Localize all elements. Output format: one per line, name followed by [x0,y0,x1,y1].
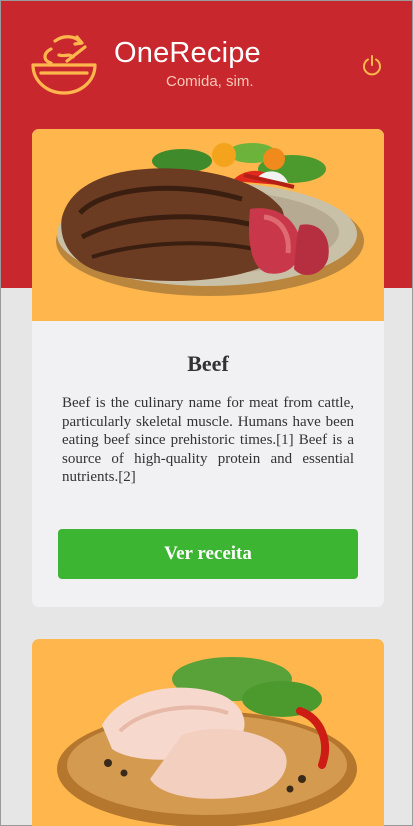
app-subtitle: Comida, sim. [166,73,254,90]
steak-plate-image [56,143,364,296]
view-recipe-button[interactable]: Ver receita [58,529,358,579]
recipe-description: Beef is the culinary name for meat from … [62,395,354,485]
recipe-image-steak [32,129,384,321]
recipe-card: Beef Beef is the culinary name for meat … [32,129,384,607]
app-title: OneRecipe [114,37,261,69]
chicken-board-image [57,657,357,826]
recipe-image-chicken [32,639,384,826]
power-icon[interactable] [362,54,382,76]
bowl-icon [31,35,97,95]
app-header: OneRecipe Comida, sim. [1,1,412,111]
recipe-title: Beef [187,351,229,376]
recipe-card [32,639,384,826]
